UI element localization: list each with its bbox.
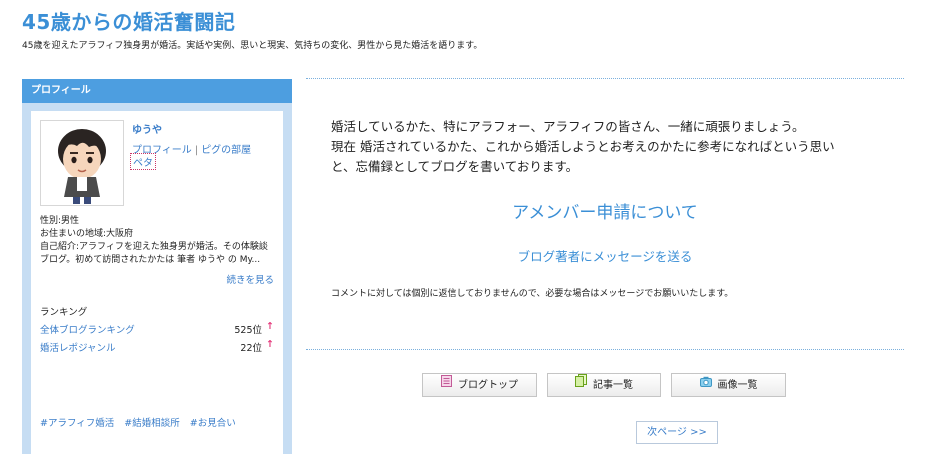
- profile-gender: 性別:男性: [40, 216, 80, 226]
- blog-title[interactable]: 45歳からの婚活奮闘記: [22, 6, 235, 35]
- profile-location: お住まいの地域:大阪府: [40, 229, 134, 239]
- ranking-genre-value: 22位: [240, 343, 262, 354]
- profile-sidebar: プロフィール ゆうや プロフィール | ピグの部屋 ペタ 性別:男性 お住まいの…: [22, 79, 292, 454]
- profile-panel: ゆうや プロフィール | ピグの部屋 ペタ 性別:男性 お住まいの地域:大阪府 自己…: [31, 111, 283, 454]
- ranking-row: 婚活レポジャンル 22位 ↑: [40, 339, 274, 354]
- intro-line: 現在 婚活されているかた、これから婚活しようとお考えのかたに参考になればという思…: [331, 139, 835, 154]
- profile-header: プロフィール: [22, 79, 292, 103]
- profile-info: 性別:男性 お住まいの地域:大阪府 自己紹介:アラフィフを迎えた独身男が婚活。そ…: [40, 215, 274, 267]
- articles-label: 記事一覧: [593, 380, 633, 391]
- divider: [306, 349, 904, 350]
- profile-nickname[interactable]: ゆうや: [132, 121, 162, 136]
- ranking-row: 全体ブログランキング 525位 ↑: [40, 321, 274, 336]
- link-separator: |: [194, 145, 199, 156]
- ranking-label: ランキング: [40, 307, 88, 318]
- ranking-genre-link[interactable]: 婚活レポジャンル: [40, 340, 116, 354]
- ranking-up-arrow-icon: ↑: [266, 321, 274, 332]
- blog-top-button[interactable]: ブログトップ: [422, 373, 537, 397]
- intro-line: と、忘備録としてブログを書いております。: [331, 159, 579, 174]
- ranking-overall-value: 525位: [234, 325, 262, 336]
- blog-top-label: ブログトップ: [458, 380, 518, 391]
- images-button[interactable]: 画像一覧: [671, 373, 786, 397]
- hashtag-link[interactable]: #お見合い: [190, 418, 236, 429]
- documents-icon: [575, 374, 587, 396]
- amember-heading[interactable]: アメンバー申請について: [306, 198, 904, 223]
- ranking-overall-link[interactable]: 全体ブログランキング: [40, 322, 135, 336]
- ranking-up-arrow-icon: ↑: [266, 339, 274, 350]
- peta-button[interactable]: ペタ: [130, 153, 156, 170]
- hashtag-list: #アラフィフ婚活 #結婚相談所 #お見合い: [40, 415, 246, 429]
- avatar-image: [41, 121, 123, 205]
- images-label: 画像一覧: [717, 380, 758, 391]
- hashtag-link[interactable]: #結婚相談所: [124, 418, 179, 429]
- divider: [306, 78, 904, 79]
- blog-description: 45歳を迎えたアラフィフ独身男が婚活。実話や実例、思いと現実、気持ちの変化、男性…: [22, 41, 483, 51]
- hashtag-link[interactable]: #アラフィフ婚活: [40, 418, 114, 429]
- next-page-button[interactable]: 次ページ >>: [636, 421, 718, 444]
- comment-notice: コメントに対しては個別に返信しておりませんので、必要な場合はメッセージでお願いい…: [331, 289, 734, 299]
- camera-icon: [699, 374, 712, 396]
- profile-intro: 自己紹介:アラフィフを迎えた独身男が婚活。その体験談ブログ。初めて訪問されたかた…: [40, 242, 268, 265]
- intro-line: 婚活しているかた、特にアラフォー、アラフィフの皆さん、一緒に頑張りましょう。: [331, 119, 805, 134]
- message-author-link[interactable]: ブログ著者にメッセージを送る: [306, 246, 904, 265]
- articles-button[interactable]: 記事一覧: [547, 373, 661, 397]
- pig-room-link[interactable]: ピグの部屋: [201, 145, 251, 156]
- read-more-link[interactable]: 続きを見る: [226, 272, 274, 286]
- page-icon: [441, 374, 452, 396]
- avatar[interactable]: [40, 120, 124, 206]
- intro-text: 婚活しているかた、特にアラフォー、アラフィフの皆さん、一緒に頑張りましょう。 現…: [331, 117, 871, 177]
